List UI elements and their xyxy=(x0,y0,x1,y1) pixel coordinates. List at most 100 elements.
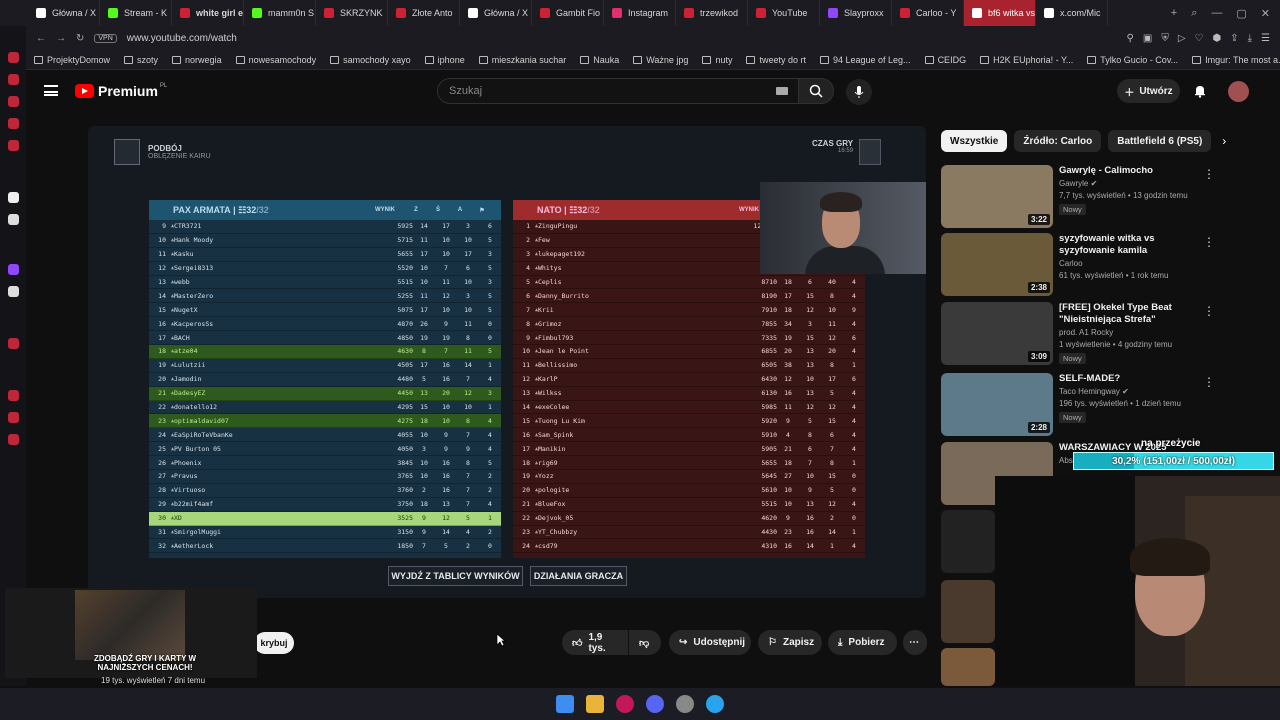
scoreboard-row[interactable]: 25 ▲ PV Burton 05 4050 3 9 9 4 xyxy=(149,442,501,457)
reload-icon[interactable]: ↻ xyxy=(76,33,84,44)
subscribe-button[interactable]: krybuj xyxy=(254,632,294,654)
scoreboard-row[interactable]: 20 ▲ Jamodin 4480 5 16 7 4 xyxy=(149,373,501,387)
search-input[interactable]: Szukaj xyxy=(437,78,799,104)
sidebar-app-icon[interactable] xyxy=(8,140,19,151)
bookmark-item[interactable]: nuty xyxy=(702,55,732,65)
scoreboard-row[interactable]: 18 ▲ rig69 5655 18 7 8 1 xyxy=(513,456,865,471)
close-icon[interactable]: ✕ xyxy=(1261,7,1270,20)
play-icon[interactable]: ▷ xyxy=(1178,33,1186,44)
more-options-icon[interactable]: ⋮ xyxy=(1203,375,1215,389)
scoreboard-row[interactable]: 14 ▲ exeColee 5985 11 12 12 4 xyxy=(513,401,865,415)
scoreboard-row[interactable]: 29 ▲ b22mif4amf 3750 18 13 7 4 xyxy=(149,498,501,512)
more-options-icon[interactable]: ⋮ xyxy=(1203,167,1215,181)
twitch-icon[interactable] xyxy=(8,264,19,275)
browser-tab[interactable]: YouTube xyxy=(748,0,820,26)
voice-search-button[interactable] xyxy=(846,79,872,105)
browser-tab[interactable]: Główna / X xyxy=(460,0,532,26)
sidebar-app-icon[interactable] xyxy=(8,96,19,107)
browser-tab[interactable]: Slayproxx xyxy=(820,0,892,26)
menu-burger-icon[interactable] xyxy=(44,85,58,96)
search-button[interactable] xyxy=(798,78,834,104)
video-thumbnail[interactable] xyxy=(941,580,995,643)
camera-icon[interactable]: ▣ xyxy=(1143,33,1152,44)
browser-tab[interactable]: Instagram xyxy=(604,0,676,26)
scoreboard-row[interactable]: 28 ▲ Virtuoso 3760 2 16 7 2 xyxy=(149,484,501,498)
scoreboard-row[interactable]: 5 ▲ Ceplis 8710 18 6 40 4 xyxy=(513,276,865,290)
sidebar-app-icon[interactable] xyxy=(8,74,19,85)
video-title[interactable]: [FREE] Okekel Type Beat "Nieistniejąca S… xyxy=(1059,302,1199,326)
shield-icon[interactable]: ⛨ xyxy=(1161,33,1169,44)
bookmark-item[interactable]: samochody xayo xyxy=(330,55,411,65)
more-options-icon[interactable]: ⋮ xyxy=(1203,304,1215,318)
scoreboard-row[interactable]: 12 ▲ KarlP 6430 12 10 17 6 xyxy=(513,373,865,387)
forward-icon[interactable]: → xyxy=(56,33,66,44)
file-explorer-icon[interactable] xyxy=(586,695,604,713)
scoreboard-row[interactable]: 23 ▲ optimaldavid07 4275 18 10 8 4 xyxy=(149,414,501,429)
scoreboard-row[interactable]: 11 ▲ Kasku 5655 17 10 17 3 xyxy=(149,248,501,262)
more-options-icon[interactable]: ⋮ xyxy=(1203,235,1215,249)
bookmark-item[interactable]: iphone xyxy=(424,55,465,65)
sidebar-app-icon[interactable] xyxy=(8,412,19,423)
bookmark-item[interactable]: nowesamochody xyxy=(235,55,316,65)
bookmark-item[interactable]: ProjektyDomow xyxy=(34,55,110,65)
video-thumbnail[interactable] xyxy=(941,648,995,686)
chip-source[interactable]: Źródło: Carloo xyxy=(1014,130,1102,152)
scoreboard-row[interactable]: 26 ▲ Phoenix 3845 10 16 8 5 xyxy=(149,456,501,471)
save-button[interactable]: ⚐ Zapisz xyxy=(758,630,822,655)
scoreboard-row[interactable]: 12 ▲ Sergei8313 5520 10 7 6 5 xyxy=(149,262,501,276)
keyboard-icon[interactable] xyxy=(776,87,788,95)
chevron-right-icon[interactable]: › xyxy=(1222,134,1226,148)
download-icon[interactable]: ⤓ xyxy=(1248,33,1252,44)
share-icon[interactable]: ⇪ xyxy=(1230,33,1238,44)
scoreboard-row[interactable]: 15 ▲ NugetX 5075 17 10 10 5 xyxy=(149,303,501,318)
bookmark-item[interactable]: norwegia xyxy=(172,55,222,65)
scoreboard-row[interactable]: 13 ▲ Wilkss 6130 16 13 5 4 xyxy=(513,387,865,401)
discord-icon[interactable] xyxy=(646,695,664,713)
browser-tab[interactable]: Główna / X xyxy=(28,0,100,26)
settings-icon[interactable] xyxy=(8,434,19,445)
scoreboard-row[interactable]: 16 ▲ KacperosSs 4870 26 9 11 0 xyxy=(149,317,501,332)
scoreboard-row[interactable]: 24 ▲ csd79 4310 16 14 1 4 xyxy=(513,539,865,554)
create-button[interactable]: ＋ Utwórz xyxy=(1117,79,1180,103)
scoreboard-row[interactable]: 9 ▲ CTR3721 5925 14 17 3 6 xyxy=(149,220,501,234)
sidebar-app-icon[interactable] xyxy=(8,338,19,349)
channel-name[interactable]: Carloo xyxy=(1059,259,1083,268)
chip-all[interactable]: Wszystkie xyxy=(941,130,1008,152)
vpn-badge[interactable]: VPN xyxy=(94,33,117,43)
scoreboard-row[interactable]: 22 ▲ donatello12 4295 15 10 10 1 xyxy=(149,401,501,415)
youtube-logo[interactable]: Premium PL xyxy=(75,83,167,99)
scoreboard-row[interactable]: 27 ▲ Pravus 3765 10 16 7 2 xyxy=(149,470,501,484)
scoreboard-row[interactable]: 7 ▲ Krii 7910 18 12 10 9 xyxy=(513,303,865,318)
scoreboard-row[interactable]: 24 ▲ EaSpiRoTeVbanKe 4055 10 9 7 4 xyxy=(149,428,501,443)
browser-tab[interactable]: bf6 witka vs bf6 xyxy=(964,0,1036,26)
scoreboard-row[interactable]: 17 ▲ Manikin 5905 21 6 7 4 xyxy=(513,442,865,457)
channel-name[interactable]: Taco Hemingway ✔ xyxy=(1059,387,1129,396)
bookmark-item[interactable]: CEIDG xyxy=(924,55,966,65)
scoreboard-row[interactable]: 10 ▲ Hank Moody 5715 11 10 10 5 xyxy=(149,234,501,248)
recommended-video[interactable]: 2:28 SELF-MADE? Taco Hemingway ✔ 196 tys. w… xyxy=(941,373,1215,437)
video-thumbnail[interactable]: 3:09 xyxy=(941,302,1053,365)
browser-tab[interactable]: Carloo - Y xyxy=(892,0,964,26)
url-field[interactable]: www.youtube.com/watch xyxy=(127,33,237,44)
scoreboard-row[interactable]: 30 ▲ XD 3525 9 12 5 1 xyxy=(149,511,501,526)
minimize-icon[interactable]: — xyxy=(1211,7,1222,20)
like-button[interactable]: 👍︎ 1,9 tys. xyxy=(562,630,628,655)
app-icon[interactable] xyxy=(676,695,694,713)
channel-name[interactable]: Gawryle ✔ xyxy=(1059,179,1097,188)
scoreboard-row[interactable]: 6 ▲ Danny_Burrito 8190 17 15 8 4 xyxy=(513,289,865,304)
bookmark-item[interactable]: Nauka xyxy=(580,55,619,65)
scoreboard-row[interactable]: 20 ▲ pologite 5610 10 9 5 0 xyxy=(513,484,865,498)
bookmark-item[interactable]: Ważne jpg xyxy=(633,55,688,65)
bookmark-item[interactable]: szoty xyxy=(124,55,158,65)
bookmark-item[interactable]: mieszkania suchar xyxy=(478,55,566,65)
download-button[interactable]: ⤓ Pobierz xyxy=(828,630,897,655)
scoreboard-row[interactable]: 22 ▲ Dejvok_05 4620 9 16 2 0 xyxy=(513,512,865,526)
share-button[interactable]: ↪ Udostępnij xyxy=(669,630,751,655)
maximize-icon[interactable]: ▢ xyxy=(1236,7,1246,20)
scoreboard-row[interactable]: 32 ▲ AetherLock 1850 7 5 2 0 xyxy=(149,539,501,554)
sidebar-app-icon[interactable] xyxy=(8,52,19,63)
sidebar-app-icon[interactable] xyxy=(8,118,19,129)
video-thumbnail[interactable]: 2:28 xyxy=(941,373,1053,436)
back-icon[interactable]: ← xyxy=(36,33,46,44)
notifications-bell-icon[interactable] xyxy=(1193,84,1207,98)
